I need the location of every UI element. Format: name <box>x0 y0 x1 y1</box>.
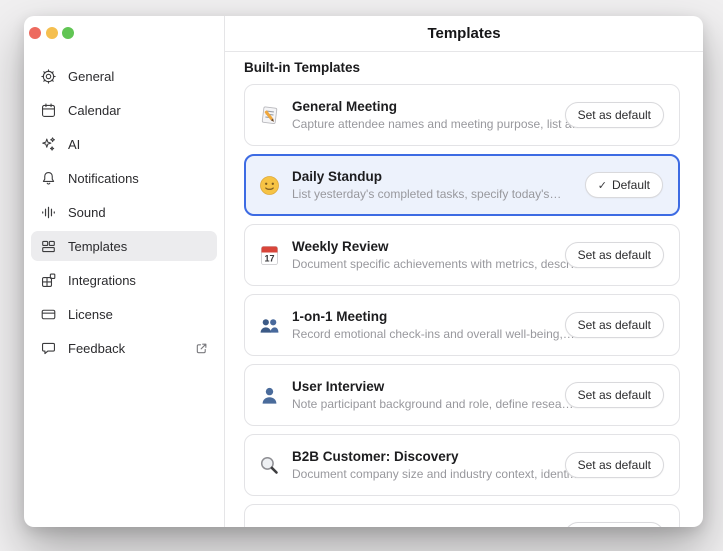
template-title: 1-on-1 Meeting <box>292 309 565 324</box>
sidebar-item-license[interactable]: License <box>31 299 217 329</box>
sidebar-item-label: Notifications <box>68 171 139 186</box>
memo-icon <box>258 104 281 127</box>
settings-window: General Calendar AI Notifications Sound … <box>24 16 703 527</box>
template-card-1-on-1-meeting[interactable]: 1-on-1 Meeting Record emotional check-in… <box>244 294 680 356</box>
calendar-icon <box>40 102 57 119</box>
templates-content: Built-in Templates General Meeting Captu… <box>225 52 703 527</box>
bell-icon <box>40 170 57 187</box>
template-card-b2b-customer-discovery[interactable]: B2B Customer: Discovery Document company… <box>244 434 680 496</box>
sparkles-icon <box>40 136 57 153</box>
zoom-button[interactable] <box>62 27 74 39</box>
sidebar-item-label: General <box>68 69 114 84</box>
sidebar-item-integrations[interactable]: Integrations <box>31 265 217 295</box>
plane-icon <box>258 524 281 528</box>
templates-icon <box>40 238 57 255</box>
feedback-icon <box>40 340 57 357</box>
template-title: B2B Customer: Discovery <box>292 449 565 464</box>
license-icon <box>40 306 57 323</box>
set-default-button[interactable]: Set as default <box>565 312 664 338</box>
sidebar-item-label: Integrations <box>68 273 136 288</box>
smiley-icon <box>258 174 281 197</box>
sidebar-item-label: Calendar <box>68 103 121 118</box>
window-header: Templates <box>225 16 703 52</box>
sidebar-item-templates[interactable]: Templates <box>31 231 217 261</box>
external-link-icon <box>195 342 208 355</box>
sidebar-item-general[interactable]: General <box>31 61 217 91</box>
magnifier-icon <box>258 454 281 477</box>
sidebar-item-feedback[interactable]: Feedback <box>31 333 217 363</box>
sidebar-item-label: AI <box>68 137 80 152</box>
sidebar-item-label: License <box>68 307 113 322</box>
set-default-button[interactable]: Set as default <box>565 452 664 478</box>
minimize-button[interactable] <box>46 27 58 39</box>
template-description: Document company size and industry conte… <box>292 467 565 481</box>
template-description: Capture attendee names and meeting purpo… <box>292 117 565 131</box>
template-card-b2b-customer-pilot[interactable]: B2B Customer: Pilot Set as default <box>244 504 680 527</box>
sidebar-item-calendar[interactable]: Calendar <box>31 95 217 125</box>
set-default-button[interactable]: Set as default <box>565 242 664 268</box>
waveform-icon <box>40 204 57 221</box>
sidebar-item-notifications[interactable]: Notifications <box>31 163 217 193</box>
section-title: Built-in Templates <box>244 60 703 75</box>
page-title: Templates <box>427 25 500 42</box>
set-default-button[interactable]: Set as default <box>565 382 664 408</box>
main-panel: Templates Built-in Templates General Mee… <box>225 16 703 527</box>
close-button[interactable] <box>29 27 41 39</box>
default-button[interactable]: ✓ Default <box>585 172 663 198</box>
sidebar-item-sound[interactable]: Sound <box>31 197 217 227</box>
template-card-daily-standup[interactable]: Daily Standup List yesterday's completed… <box>244 154 680 216</box>
two-people-icon <box>258 314 281 337</box>
template-title: General Meeting <box>292 99 565 114</box>
template-card-general-meeting[interactable]: General Meeting Capture attendee names a… <box>244 84 680 146</box>
gear-icon <box>40 68 57 85</box>
template-card-user-interview[interactable]: User Interview Note participant backgrou… <box>244 364 680 426</box>
sidebar: General Calendar AI Notifications Sound … <box>24 16 225 527</box>
integrations-icon <box>40 272 57 289</box>
template-title: B2B Customer: Pilot <box>292 526 423 527</box>
traffic-lights <box>24 16 224 39</box>
template-title: Daily Standup <box>292 169 561 184</box>
template-title: Weekly Review <box>292 239 565 254</box>
calendar-17-icon: 17 <box>258 244 281 267</box>
template-description: Document specific achievements with metr… <box>292 257 565 271</box>
svg-text:17: 17 <box>264 253 274 263</box>
set-default-button[interactable]: Set as default <box>565 102 664 128</box>
template-card-weekly-review[interactable]: 17 Weekly Review Document specific achie… <box>244 224 680 286</box>
sidebar-item-label: Templates <box>68 239 127 254</box>
check-icon: ✓ <box>598 179 607 192</box>
template-list: General Meeting Capture attendee names a… <box>244 84 703 527</box>
sidebar-item-label: Feedback <box>68 341 125 356</box>
sidebar-item-ai[interactable]: AI <box>31 129 217 159</box>
template-description: Record emotional check-ins and overall w… <box>292 327 565 341</box>
set-default-button[interactable]: Set as default <box>565 522 664 527</box>
template-title: User Interview <box>292 379 565 394</box>
person-icon <box>258 384 281 407</box>
sidebar-item-label: Sound <box>68 205 106 220</box>
template-description: Note participant background and role, de… <box>292 397 565 411</box>
sidebar-menu: General Calendar AI Notifications Sound … <box>24 61 224 367</box>
template-description: List yesterday's completed tasks, specif… <box>292 187 561 201</box>
